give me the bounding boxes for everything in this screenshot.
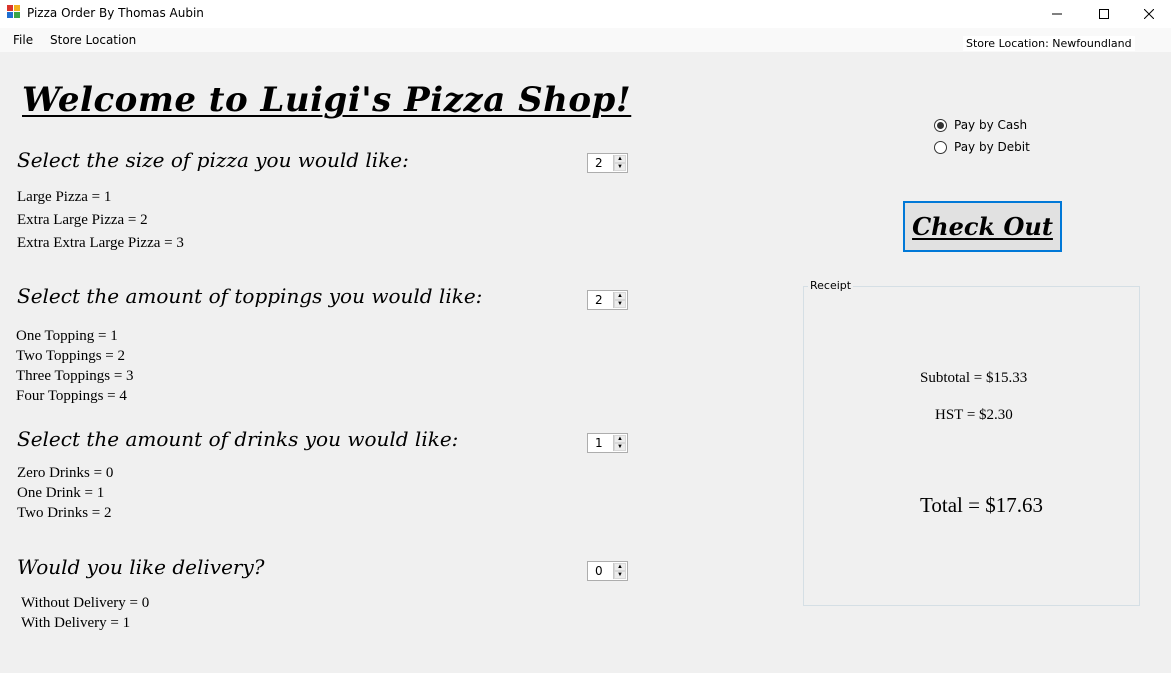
drinks-stepper[interactable]: 1 ▲ ▼ — [587, 433, 628, 453]
up-arrow-icon[interactable]: ▲ — [614, 292, 626, 300]
drinks-legend: Zero Drinks = 0 One Drink = 1 Two Drinks… — [17, 463, 113, 523]
hst-label: HST = $2.30 — [935, 407, 1013, 423]
total-label: Total = $17.63 — [920, 493, 1043, 517]
minimize-icon[interactable] — [1034, 0, 1080, 28]
radio-selected-icon[interactable] — [934, 118, 947, 132]
receipt-caption: Receipt — [808, 279, 854, 292]
radio-unselected-icon[interactable] — [934, 140, 947, 154]
pay-by-debit-label[interactable]: Pay by Debit — [954, 140, 1030, 154]
window-title: Pizza Order By Thomas Aubin — [27, 6, 204, 20]
check-out-button[interactable]: Check Out — [903, 201, 1062, 252]
close-icon[interactable] — [1126, 0, 1171, 28]
menu-file[interactable]: File — [13, 33, 33, 47]
list-item: One Drink = 1 — [17, 485, 105, 501]
size-stepper-value[interactable]: 2 — [595, 156, 603, 170]
drinks-question: Select the amount of drinks you would li… — [17, 427, 459, 451]
delivery-legend: Without Delivery = 0 With Delivery = 1 — [21, 593, 149, 633]
page-title: Welcome to Luigi's Pizza Shop! — [22, 80, 632, 120]
store-location-status: Store Location: Newfoundland — [963, 36, 1135, 51]
pay-by-debit-radio[interactable]: Pay by Debit — [934, 140, 1030, 154]
pay-by-cash-label[interactable]: Pay by Cash — [954, 118, 1027, 132]
size-legend: Large Pizza = 1 Extra Large Pizza = 2 Ex… — [17, 187, 184, 256]
size-question: Select the size of pizza you would like: — [17, 148, 409, 172]
maximize-icon[interactable] — [1081, 0, 1127, 28]
list-item: Extra Extra Large Pizza = 3 — [17, 235, 184, 251]
list-item: Zero Drinks = 0 — [17, 465, 114, 481]
title-bar: Pizza Order By Thomas Aubin — [0, 0, 1171, 28]
down-arrow-icon[interactable]: ▼ — [614, 163, 626, 171]
list-item: With Delivery = 1 — [21, 615, 131, 631]
list-item: Large Pizza = 1 — [17, 189, 112, 205]
app-window-icon — [7, 5, 21, 19]
menu-store-location[interactable]: Store Location — [50, 33, 136, 47]
list-item: One Topping = 1 — [16, 328, 118, 344]
up-arrow-icon[interactable]: ▲ — [614, 563, 626, 571]
down-arrow-icon[interactable]: ▼ — [614, 300, 626, 308]
delivery-question: Would you like delivery? — [17, 555, 265, 579]
subtotal-label: Subtotal = $15.33 — [920, 370, 1028, 386]
list-item: Two Drinks = 2 — [17, 505, 112, 521]
toppings-question: Select the amount of toppings you would … — [17, 284, 483, 308]
down-arrow-icon[interactable]: ▼ — [614, 443, 626, 451]
list-item: Two Toppings = 2 — [16, 348, 126, 364]
list-item: Four Toppings = 4 — [16, 388, 127, 404]
receipt-groupbox — [803, 286, 1140, 606]
drinks-stepper-value[interactable]: 1 — [595, 436, 603, 450]
delivery-stepper-value[interactable]: 0 — [595, 564, 603, 578]
size-stepper[interactable]: 2 ▲ ▼ — [587, 153, 628, 173]
toppings-stepper-value[interactable]: 2 — [595, 293, 603, 307]
pay-by-cash-radio[interactable]: Pay by Cash — [934, 118, 1027, 132]
list-item: Without Delivery = 0 — [21, 595, 150, 611]
up-arrow-icon[interactable]: ▲ — [614, 155, 626, 163]
list-item: Three Toppings = 3 — [16, 368, 134, 384]
up-arrow-icon[interactable]: ▲ — [614, 435, 626, 443]
delivery-stepper[interactable]: 0 ▲ ▼ — [587, 561, 628, 581]
toppings-stepper[interactable]: 2 ▲ ▼ — [587, 290, 628, 310]
down-arrow-icon[interactable]: ▼ — [614, 571, 626, 579]
toppings-legend: One Topping = 1 Two Toppings = 2 Three T… — [16, 326, 134, 406]
list-item: Extra Large Pizza = 2 — [17, 212, 148, 228]
